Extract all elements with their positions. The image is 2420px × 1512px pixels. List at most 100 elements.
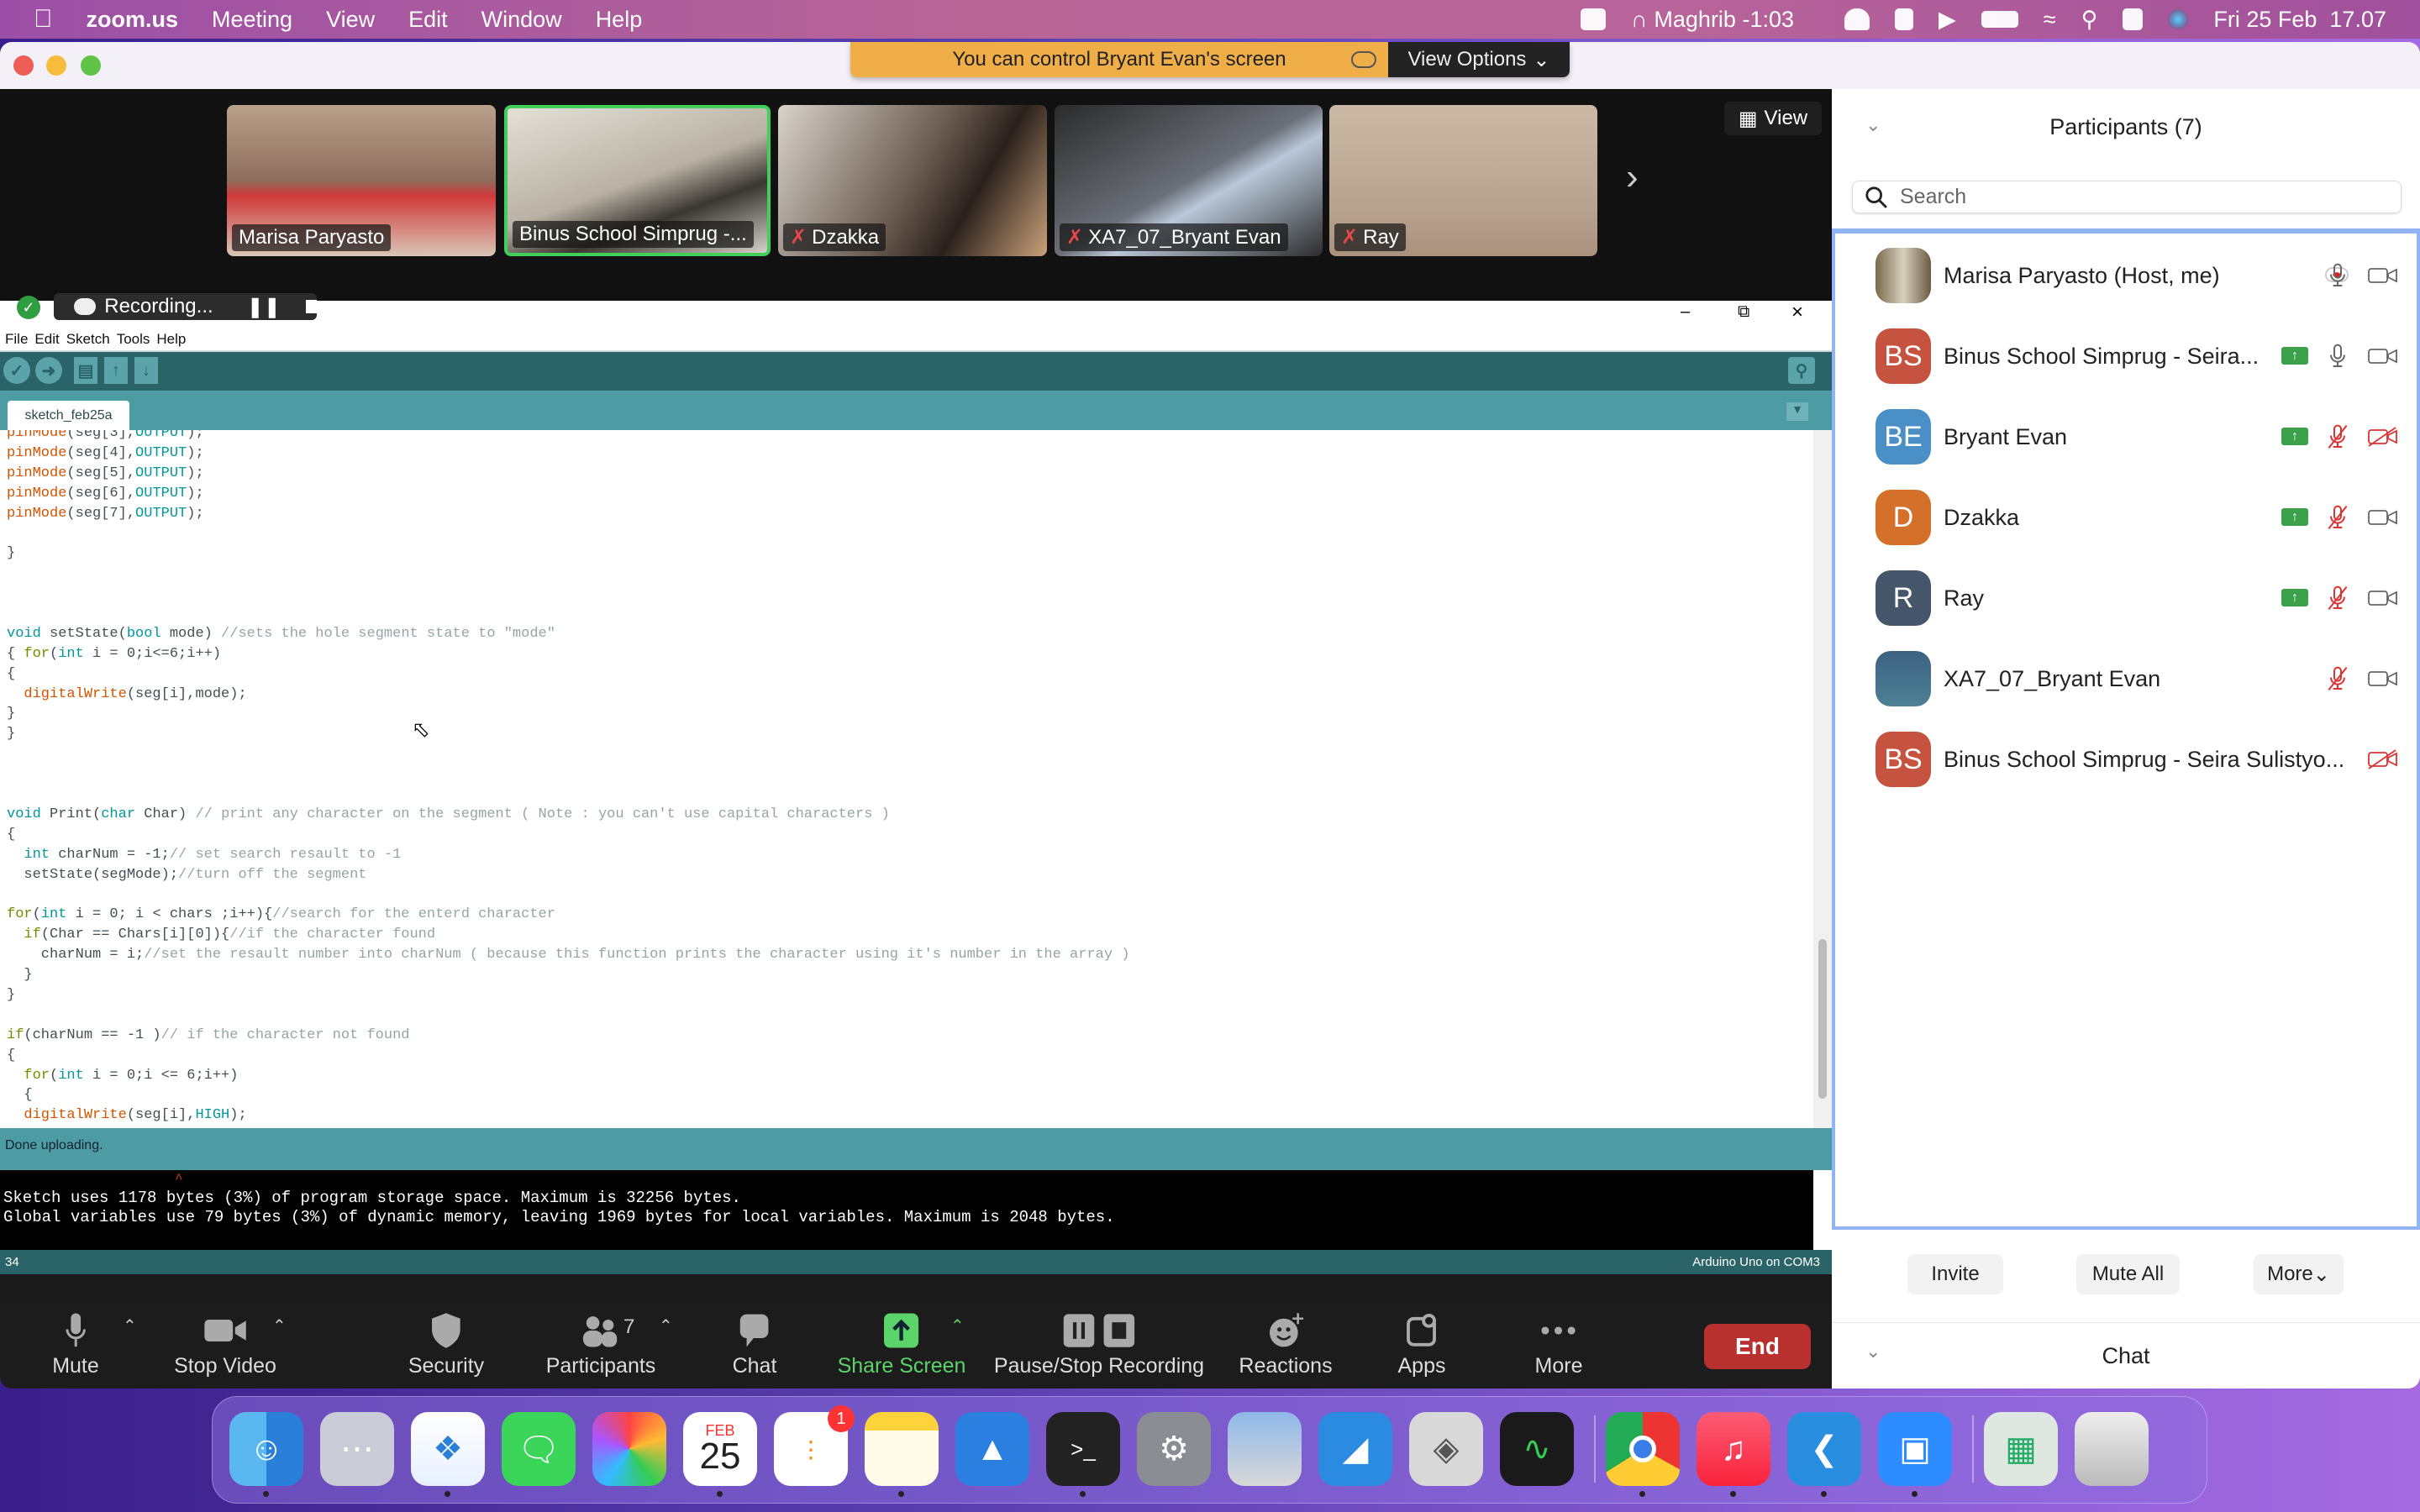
video-options-caret-icon[interactable]: ⌃ <box>272 1315 287 1336</box>
zoom-icon[interactable]: ▣ <box>1878 1412 1952 1486</box>
menu-edit[interactable]: Edit <box>408 7 448 33</box>
participant-row[interactable]: R Ray ↑ <box>1835 558 2417 638</box>
wifi-icon[interactable]: ≈ <box>2044 7 2056 33</box>
chat-button[interactable]: Chat <box>733 1312 776 1378</box>
more-options-button[interactable]: More ⌄ <box>2254 1254 2344 1294</box>
preview-icon[interactable] <box>1228 1412 1302 1486</box>
menu-window[interactable]: Window <box>481 7 562 33</box>
chrome-icon[interactable] <box>1606 1412 1680 1486</box>
video-off-icon[interactable] <box>2368 748 2398 774</box>
video-camera-icon[interactable] <box>2368 507 2398 533</box>
mic-muted-icon[interactable] <box>2325 504 2350 535</box>
messages-icon[interactable]: 🗨 <box>502 1412 576 1486</box>
share-screen-button[interactable]: Share Screen <box>838 1312 965 1378</box>
arduino-menu-file[interactable]: File <box>5 331 28 348</box>
menu-meeting[interactable]: Meeting <box>212 7 292 33</box>
end-meeting-button[interactable]: End <box>1704 1324 1811 1369</box>
arduino-board-thumbnail-icon[interactable]: ▦ <box>1984 1412 2058 1486</box>
microphone-icon[interactable] <box>2325 343 2350 374</box>
security-button[interactable]: Security <box>408 1312 484 1378</box>
invite-button[interactable]: Invite <box>1907 1254 2003 1294</box>
activity-monitor-icon[interactable]: ∿ <box>1500 1412 1574 1486</box>
chat-collapse-chevron-icon[interactable]: ⌄ <box>1865 1318 1881 1384</box>
participant-row[interactable]: D Dzakka ↑ <box>1835 477 2417 558</box>
participants-search-input[interactable]: Search <box>1852 181 2402 213</box>
play-icon[interactable]: ▶ <box>1939 7 1956 33</box>
arduino-menu-sketch[interactable]: Sketch <box>66 331 110 348</box>
mute-all-button[interactable]: Mute All <box>2076 1254 2180 1294</box>
participant-row[interactable]: BE Bryant Evan ↑ <box>1835 396 2417 477</box>
audio-options-caret-icon[interactable]: ⌃ <box>123 1315 137 1336</box>
pause-stop-recording-button[interactable]: Pause/Stop Recording <box>994 1312 1204 1378</box>
next-videos-arrow-icon[interactable]: › <box>1626 156 1639 198</box>
open-sketch-button[interactable]: ↑ <box>104 357 128 384</box>
minimize-window-button[interactable] <box>46 55 66 76</box>
spotlight-search-icon[interactable]: ⚲ <box>2081 7 2098 33</box>
upload-button[interactable]: ➜ <box>35 357 62 384</box>
vscode-icon[interactable]: ❮ <box>1787 1412 1861 1486</box>
reactions-button[interactable]: Reactions <box>1239 1312 1333 1378</box>
photos-icon[interactable] <box>592 1412 666 1486</box>
video-tile-active[interactable]: Binus School Simprug -... <box>504 105 771 256</box>
window-layout-icon[interactable] <box>1895 8 1913 30</box>
siri-icon[interactable] <box>2168 9 2189 29</box>
minimize-icon[interactable]: – <box>1681 302 1690 322</box>
reminders-icon[interactable]: ⋮ 1 <box>774 1405 855 1486</box>
safari-icon[interactable]: ❖ <box>411 1412 485 1486</box>
arduino-menu-help[interactable]: Help <box>156 331 186 348</box>
microphone-icon[interactable] <box>2325 262 2350 293</box>
menu-help[interactable]: Help <box>596 7 643 33</box>
participant-row[interactable]: Marisa Paryasto (Host, me) <box>1835 235 2417 316</box>
restore-icon[interactable]: ⧉ <box>1738 302 1749 322</box>
tab-sketch[interactable]: sketch_feb25a <box>8 401 129 430</box>
maximize-window-button[interactable] <box>81 55 101 76</box>
close-window-button[interactable] <box>13 55 34 76</box>
save-sketch-button[interactable]: ↓ <box>134 357 158 384</box>
view-options-button[interactable]: View Options ⌄ <box>1388 42 1570 77</box>
prayer-time[interactable]: Maghrib -1:03 <box>1654 7 1794 33</box>
apple-icon[interactable]:  <box>34 5 53 34</box>
roblox-icon[interactable]: ◈ <box>1409 1412 1483 1486</box>
mic-muted-icon[interactable] <box>2325 585 2350 616</box>
menu-app-name[interactable]: zoom.us <box>87 7 179 33</box>
video-tile[interactable]: ✗ Ray <box>1329 105 1597 256</box>
close-icon[interactable]: × <box>1791 301 1803 324</box>
notification-bell-icon[interactable] <box>1844 8 1870 30</box>
zoom-status-icon[interactable] <box>1581 8 1606 30</box>
code-editor[interactable]: pinMode(seg[3],OUTPUT); pinMode(seg[4],OU… <box>0 430 1813 1128</box>
video-off-icon[interactable] <box>2368 426 2398 452</box>
more-button[interactable]: More <box>1535 1312 1582 1378</box>
participant-row[interactable]: BS Binus School Simprug - Seira Sulistyo.… <box>1835 719 2417 800</box>
video-camera-icon[interactable] <box>2368 668 2398 694</box>
stop-recording-icon[interactable] <box>305 300 317 313</box>
video-camera-icon[interactable] <box>2368 587 2398 613</box>
control-center-icon[interactable] <box>2123 8 2144 30</box>
participants-caret-icon[interactable]: ⌃ <box>659 1315 673 1336</box>
serial-monitor-button[interactable]: ⚲ <box>1788 357 1815 384</box>
video-tile[interactable]: ✗ XA7_07_Bryant Evan <box>1055 105 1323 256</box>
mic-muted-icon[interactable] <box>2325 423 2350 454</box>
verify-button[interactable]: ✓ <box>3 357 30 384</box>
new-sketch-button[interactable]: ▤ <box>74 357 97 384</box>
battery-icon[interactable] <box>1981 11 2018 28</box>
editor-scrollbar-thumb[interactable] <box>1818 939 1827 1099</box>
roblox-studio-icon[interactable]: ◢ <box>1318 1412 1392 1486</box>
video-tile[interactable]: ✗ Dzakka <box>778 105 1047 256</box>
video-tile[interactable]: Marisa Paryasto <box>227 105 496 256</box>
apps-button[interactable]: Apps <box>1398 1312 1445 1378</box>
menu-view[interactable]: View <box>326 7 375 33</box>
finder-icon[interactable]: ☺ <box>229 1412 303 1486</box>
pause-recording-icon[interactable]: ❚❚ <box>247 295 281 319</box>
clock[interactable]: Fri 25 Feb 17.07 <box>2213 7 2386 33</box>
mosque-icon[interactable]: ∩ <box>1631 7 1647 33</box>
view-layout-button[interactable]: ▦ View <box>1724 102 1822 135</box>
terminal-icon[interactable]: >_ <box>1046 1412 1120 1486</box>
notes-icon[interactable] <box>865 1412 939 1486</box>
video-camera-icon[interactable] <box>2368 345 2398 371</box>
participant-row[interactable]: BS Binus School Simprug - Seira... ↑ <box>1835 316 2417 396</box>
calendar-icon[interactable]: FEB 25 <box>683 1412 757 1486</box>
mic-muted-icon[interactable] <box>2325 665 2350 696</box>
arduino-menu-tools[interactable]: Tools <box>117 331 150 348</box>
chat-panel-header[interactable]: ⌄ Chat <box>1832 1322 2420 1389</box>
encryption-shield-icon[interactable]: ✓ <box>17 296 40 319</box>
